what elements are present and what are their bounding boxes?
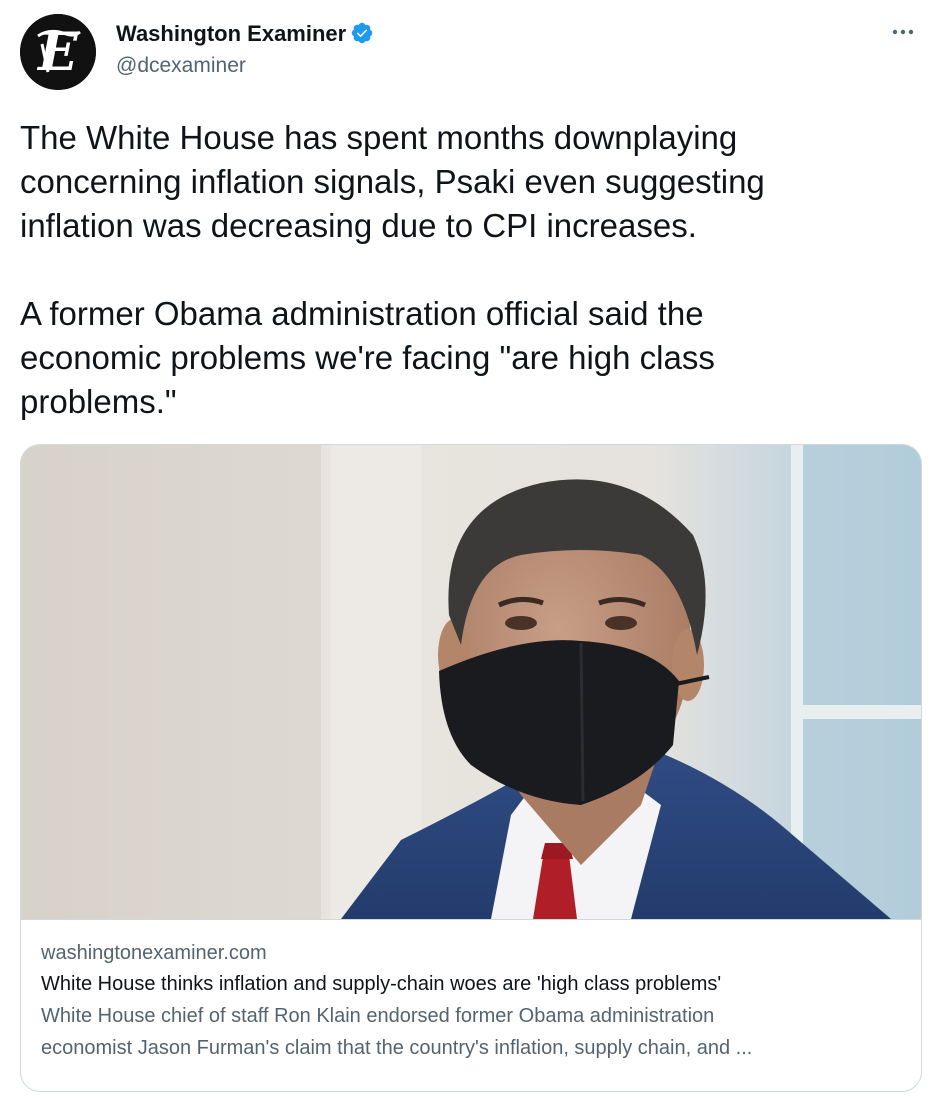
link-card[interactable]: washingtonexaminer.com White House think… bbox=[20, 444, 922, 1092]
card-description-line-2: economist Jason Furman's claim that the … bbox=[41, 1037, 753, 1059]
more-options-button[interactable] bbox=[888, 22, 918, 42]
handle[interactable]: @dcexaminer bbox=[116, 52, 374, 80]
article-photo bbox=[21, 445, 921, 919]
card-domain: washingtonexaminer.com bbox=[41, 942, 267, 964]
verified-badge-icon bbox=[351, 22, 373, 44]
tweet-text: The White House has spent months downpla… bbox=[20, 119, 765, 420]
tweet: E Washington Examiner @dcexaminer The Wh… bbox=[0, 0, 942, 1110]
card-text: washingtonexaminer.com White House think… bbox=[41, 938, 903, 1064]
avatar[interactable]: E bbox=[20, 14, 96, 90]
card-title: White House thinks inflation and supply-… bbox=[41, 973, 722, 995]
washington-examiner-logo-icon: E bbox=[20, 14, 96, 90]
card-image[interactable] bbox=[21, 445, 921, 920]
display-name[interactable]: Washington Examiner bbox=[116, 20, 346, 48]
tweet-header: E Washington Examiner @dcexaminer bbox=[20, 14, 922, 92]
author-names: Washington Examiner @dcexaminer bbox=[116, 20, 374, 80]
card-description: White House chief of staff Ron Klain end… bbox=[41, 1000, 903, 1064]
more-options-icon bbox=[892, 29, 914, 35]
card-description-line-1: White House chief of staff Ron Klain end… bbox=[41, 1005, 715, 1027]
